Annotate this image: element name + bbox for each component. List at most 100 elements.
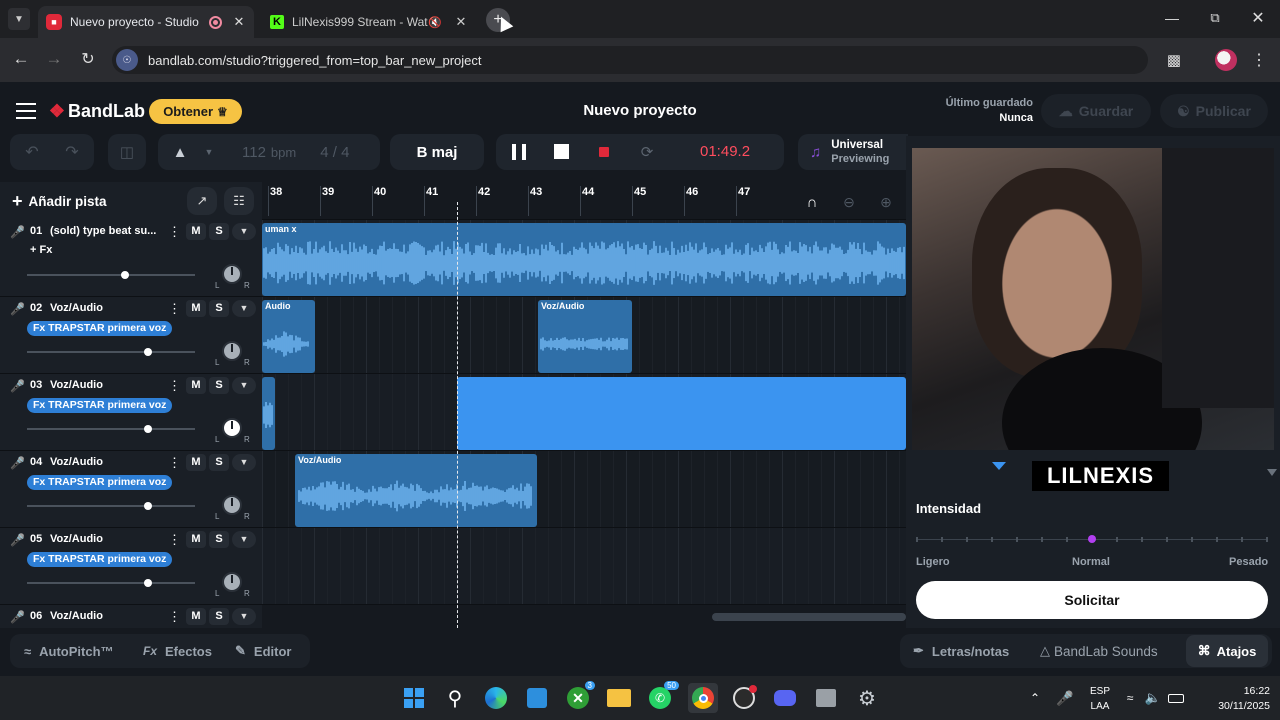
pan-knob[interactable] — [222, 341, 242, 361]
muted-audio-icon[interactable]: 🔇 — [428, 16, 442, 29]
playhead[interactable] — [457, 202, 458, 628]
zoom-out-icon[interactable]: ⊖ — [840, 192, 858, 212]
extensions-icon[interactable]: ▩ — [1164, 50, 1184, 70]
track-name[interactable]: Voz/Audio — [50, 302, 103, 314]
automation-button[interactable]: ↗ — [187, 187, 217, 215]
xbox-icon[interactable]: ✕ 3 — [563, 681, 595, 713]
minimize-icon[interactable]: — — [1160, 6, 1184, 30]
track-lane[interactable] — [262, 374, 906, 451]
track-name[interactable]: (sold) type beat su... — [50, 225, 156, 237]
chrome-icon[interactable] — [688, 683, 718, 713]
audio-clip[interactable] — [457, 377, 906, 450]
pan-knob[interactable] — [222, 264, 242, 284]
language-indicator[interactable]: ESP LAA — [1086, 684, 1114, 714]
track-menu-icon[interactable]: ⋮ — [168, 455, 181, 471]
add-track-button[interactable]: + Añadir pista — [12, 188, 122, 214]
editor-button[interactable]: ✎ Editor — [235, 638, 291, 664]
track-fx-pill[interactable]: Fx TRAPSTAR primera voz — [27, 475, 173, 490]
solo-button[interactable]: S — [209, 223, 229, 240]
zoom-in-icon[interactable]: ⊕ — [877, 192, 895, 212]
intensity-slider-thumb[interactable] — [1088, 535, 1096, 543]
tab-stream[interactable]: K LilNexis999 Stream - Watch 🔇 ✕ — [262, 6, 476, 38]
volume-fader[interactable] — [27, 348, 195, 356]
loop-icon[interactable]: ⟳ — [636, 141, 658, 163]
solo-button[interactable]: S — [209, 377, 229, 394]
back-icon[interactable]: ← — [10, 48, 32, 70]
track-expand-icon[interactable]: ▼ — [232, 454, 256, 471]
app-blue-icon[interactable] — [522, 683, 552, 713]
track-name[interactable]: Voz/Audio — [50, 379, 103, 391]
track-name[interactable]: Voz/Audio — [50, 456, 103, 468]
edge-icon[interactable] — [481, 683, 511, 713]
track-lane[interactable]: Audio Voz/Audio — [262, 297, 906, 374]
track-lane[interactable]: uman x — [262, 220, 906, 297]
volume-fader-thumb[interactable] — [121, 271, 129, 279]
magnet-snap-icon[interactable]: ∩ — [803, 192, 821, 212]
track-expand-icon[interactable]: ▼ — [232, 377, 256, 394]
redo-icon[interactable]: ↷ — [52, 142, 92, 162]
shortcuts-button[interactable]: ⌘ Atajos — [1186, 635, 1268, 667]
audio-clip[interactable]: uman x — [262, 223, 906, 296]
search-icon[interactable]: ⚲ — [440, 683, 470, 713]
browser-menu-icon[interactable]: ⋮ — [1251, 50, 1267, 70]
lyrics-button[interactable]: ✒ Letras/notas — [913, 638, 1009, 664]
solo-button[interactable]: S — [209, 300, 229, 317]
windows-start-icon[interactable] — [399, 683, 429, 713]
project-title[interactable]: Nuevo proyecto — [540, 102, 740, 119]
track-lane[interactable] — [262, 528, 906, 605]
settings-gear-icon[interactable]: ⚙ — [852, 683, 882, 713]
close-tab-icon[interactable]: ✕ — [232, 14, 246, 30]
track-name[interactable]: Voz/Audio — [50, 533, 103, 545]
discord-icon[interactable] — [770, 683, 800, 713]
volume-fader-thumb[interactable] — [144, 425, 152, 433]
track-header[interactable]: 🎤 02 Voz/Audio ⋮ M S ▼ Fx TRAPSTAR primera voz L… — [0, 297, 262, 374]
effects-button[interactable]: Fx Efectos — [143, 638, 212, 664]
forward-icon[interactable]: → — [43, 48, 65, 70]
track-fx-pill[interactable]: + Fx — [30, 244, 52, 256]
site-info-icon[interactable]: ☉ — [116, 49, 138, 71]
audio-clip[interactable]: Voz/Audio — [538, 300, 632, 373]
track-fx-pill[interactable]: Fx TRAPSTAR primera voz — [27, 552, 173, 567]
request-button[interactable]: Solicitar — [916, 581, 1268, 619]
whatsapp-icon[interactable]: ✆ 50 — [645, 681, 679, 713]
audio-clip[interactable]: Voz/Audio — [295, 454, 537, 527]
pan-knob[interactable] — [222, 418, 242, 438]
metronome-icon[interactable]: ▲ — [158, 144, 202, 161]
undo-icon[interactable]: ↶ — [12, 142, 52, 162]
tab-search-button[interactable]: ▼ — [8, 8, 30, 30]
close-tab-icon[interactable]: ✕ — [454, 14, 468, 30]
track-expand-icon[interactable]: ▼ — [232, 531, 256, 548]
tab-studio[interactable]: ■ Nuevo proyecto - Studio ✕ — [38, 6, 254, 38]
panel-scroll-down-icon[interactable] — [1267, 469, 1277, 476]
autopitch-button[interactable]: ≈ AutoPitch™ — [24, 638, 114, 664]
track-menu-icon[interactable]: ⋮ — [168, 378, 181, 394]
volume-fader[interactable] — [27, 425, 195, 433]
metronome-panel-button[interactable]: ◫ — [108, 134, 146, 170]
clock[interactable]: 16:22 30/11/2025 — [1192, 684, 1270, 714]
track-expand-icon[interactable]: ▼ — [232, 223, 256, 240]
audio-clip[interactable]: Audio — [262, 300, 315, 373]
maximize-icon[interactable]: ⧉ — [1203, 6, 1227, 30]
pan-knob[interactable] — [222, 495, 242, 515]
preset-preview-button[interactable]: ♫ Universal Previewing — [798, 134, 908, 170]
close-window-icon[interactable]: ✕ — [1246, 6, 1270, 30]
track-menu-icon[interactable]: ⋮ — [168, 609, 181, 625]
tempo-value[interactable]: 112 — [242, 144, 266, 161]
hamburger-menu-icon[interactable] — [16, 103, 36, 119]
volume-fader[interactable] — [27, 579, 195, 587]
track-fx-pill[interactable]: Fx TRAPSTAR primera voz — [27, 321, 173, 336]
pan-knob[interactable] — [222, 572, 242, 592]
solo-button[interactable]: S — [209, 608, 229, 625]
microphone-icon[interactable]: 🎤 — [1050, 683, 1080, 713]
url-field[interactable]: ☉ bandlab.com/studio?triggered_from=top_… — [112, 46, 1148, 74]
pause-icon[interactable] — [512, 144, 526, 160]
key-button[interactable]: B maj — [390, 134, 484, 170]
solo-button[interactable]: S — [209, 531, 229, 548]
track-header[interactable]: 🎤 05 Voz/Audio ⋮ M S ▼ Fx TRAPSTAR primera voz L… — [0, 528, 262, 605]
track-header[interactable]: 🎤 03 Voz/Audio ⋮ M S ▼ Fx TRAPSTAR primera voz L… — [0, 374, 262, 451]
profile-avatar[interactable] — [1215, 49, 1237, 71]
track-expand-icon[interactable]: ▼ — [232, 608, 256, 625]
chevron-down-icon[interactable]: ▼ — [202, 147, 216, 157]
save-button[interactable]: ☁ Guardar — [1041, 94, 1151, 128]
bandlab-logo[interactable]: BandLab — [68, 101, 145, 122]
